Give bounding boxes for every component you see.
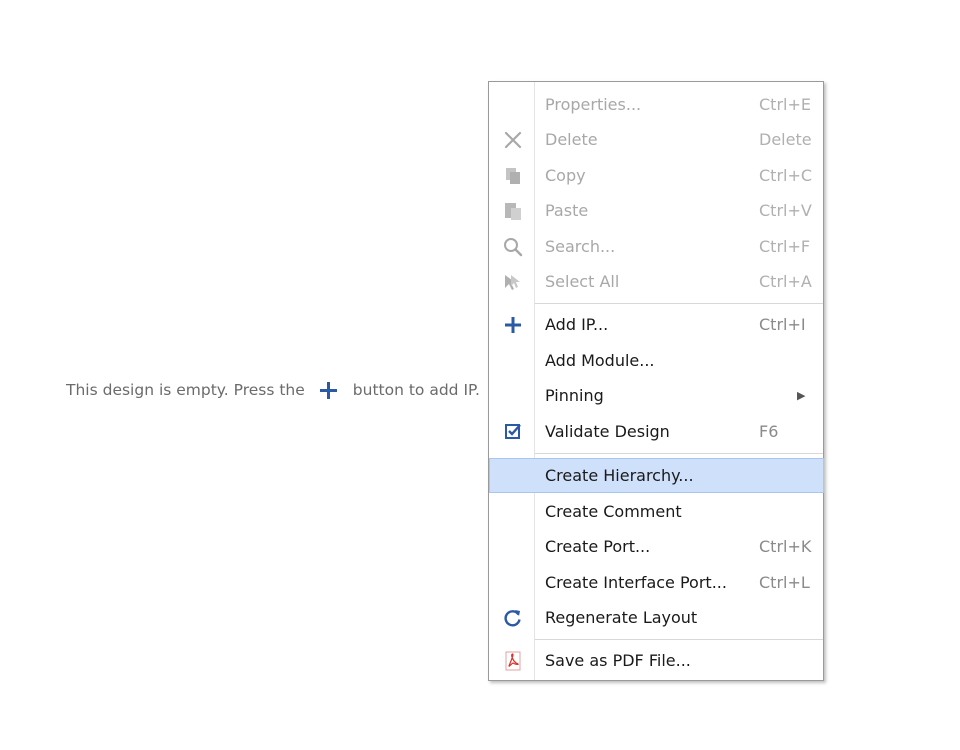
menu-item-label: Create Hierarchy... — [545, 466, 694, 485]
menu-item-properties[interactable]: Properties... Ctrl+E — [489, 87, 823, 122]
menu-item-regenerate-layout[interactable]: Regenerate Layout — [489, 600, 823, 635]
empty-message-text-before: This design is empty. Press the — [66, 381, 305, 399]
menu-item-label: Add IP... — [545, 315, 609, 334]
menu-item-copy[interactable]: Copy Ctrl+C — [489, 158, 823, 193]
menu-item-shortcut: Ctrl+C — [759, 166, 813, 185]
menu-separator — [535, 639, 823, 640]
copy-icon — [503, 166, 523, 186]
menu-item-delete[interactable]: Delete Delete — [489, 122, 823, 157]
menu-item-label: Properties... — [545, 95, 642, 114]
submenu-arrow-icon: ▶ — [797, 389, 806, 402]
menu-item-shortcut: Ctrl+I — [759, 315, 806, 334]
menu-item-label: Add Module... — [545, 351, 655, 370]
x-icon — [503, 130, 523, 150]
menu-item-label: Create Port... — [545, 537, 651, 556]
empty-design-message: This design is empty. Press the button t… — [66, 378, 480, 402]
menu-item-label: Validate Design — [545, 422, 670, 441]
menu-separator — [535, 453, 823, 454]
menu-item-save-as-pdf[interactable]: Save as PDF File... — [489, 643, 823, 678]
menu-item-validate-design[interactable]: Validate Design F6 — [489, 414, 823, 449]
empty-message-text-after: button to add IP. — [352, 381, 480, 399]
menu-item-shortcut: Ctrl+E — [759, 95, 811, 114]
menu-item-add-module[interactable]: Add Module... — [489, 343, 823, 378]
menu-item-label: Pinning — [545, 386, 604, 405]
menu-item-label: Save as PDF File... — [545, 651, 691, 670]
menu-item-search[interactable]: Search... Ctrl+F — [489, 229, 823, 264]
menu-item-select-all[interactable]: Select All Ctrl+A — [489, 264, 823, 299]
design-canvas[interactable]: This design is empty. Press the button t… — [0, 0, 960, 750]
menu-item-label: Create Comment — [545, 502, 682, 521]
menu-item-label: Copy — [545, 166, 586, 185]
menu-item-shortcut: Ctrl+L — [759, 573, 810, 592]
pdf-icon — [503, 651, 523, 671]
search-icon — [503, 237, 523, 257]
menu-item-paste[interactable]: Paste Ctrl+V — [489, 193, 823, 228]
menu-item-pinning[interactable]: Pinning ▶ — [489, 378, 823, 413]
menu-separator — [535, 303, 823, 304]
menu-item-label: Search... — [545, 237, 616, 256]
menu-item-create-port[interactable]: Create Port... Ctrl+K — [489, 529, 823, 564]
plus-icon — [503, 315, 523, 335]
checkbox-icon — [503, 422, 523, 442]
menu-item-shortcut: Ctrl+K — [759, 537, 812, 556]
context-menu: Properties... Ctrl+E Delete Delete Copy … — [488, 81, 824, 681]
menu-item-shortcut: F6 — [759, 422, 779, 441]
menu-item-shortcut: Ctrl+F — [759, 237, 811, 256]
menu-item-create-interface-port[interactable]: Create Interface Port... Ctrl+L — [489, 565, 823, 600]
select-all-icon — [503, 272, 523, 292]
menu-item-create-hierarchy[interactable]: Create Hierarchy... — [489, 458, 824, 493]
menu-item-shortcut: Ctrl+V — [759, 201, 812, 220]
menu-item-create-comment[interactable]: Create Comment — [489, 494, 823, 529]
paste-icon — [503, 201, 523, 221]
menu-item-label: Select All — [545, 272, 620, 291]
menu-item-label: Regenerate Layout — [545, 608, 698, 627]
refresh-icon — [503, 608, 523, 628]
menu-item-shortcut: Delete — [759, 130, 812, 149]
add-ip-plus-icon[interactable] — [319, 381, 337, 399]
menu-item-shortcut: Ctrl+A — [759, 272, 812, 291]
menu-item-label: Create Interface Port... — [545, 573, 727, 592]
menu-item-label: Paste — [545, 201, 589, 220]
menu-item-label: Delete — [545, 130, 598, 149]
menu-item-add-ip[interactable]: Add IP... Ctrl+I — [489, 307, 823, 342]
